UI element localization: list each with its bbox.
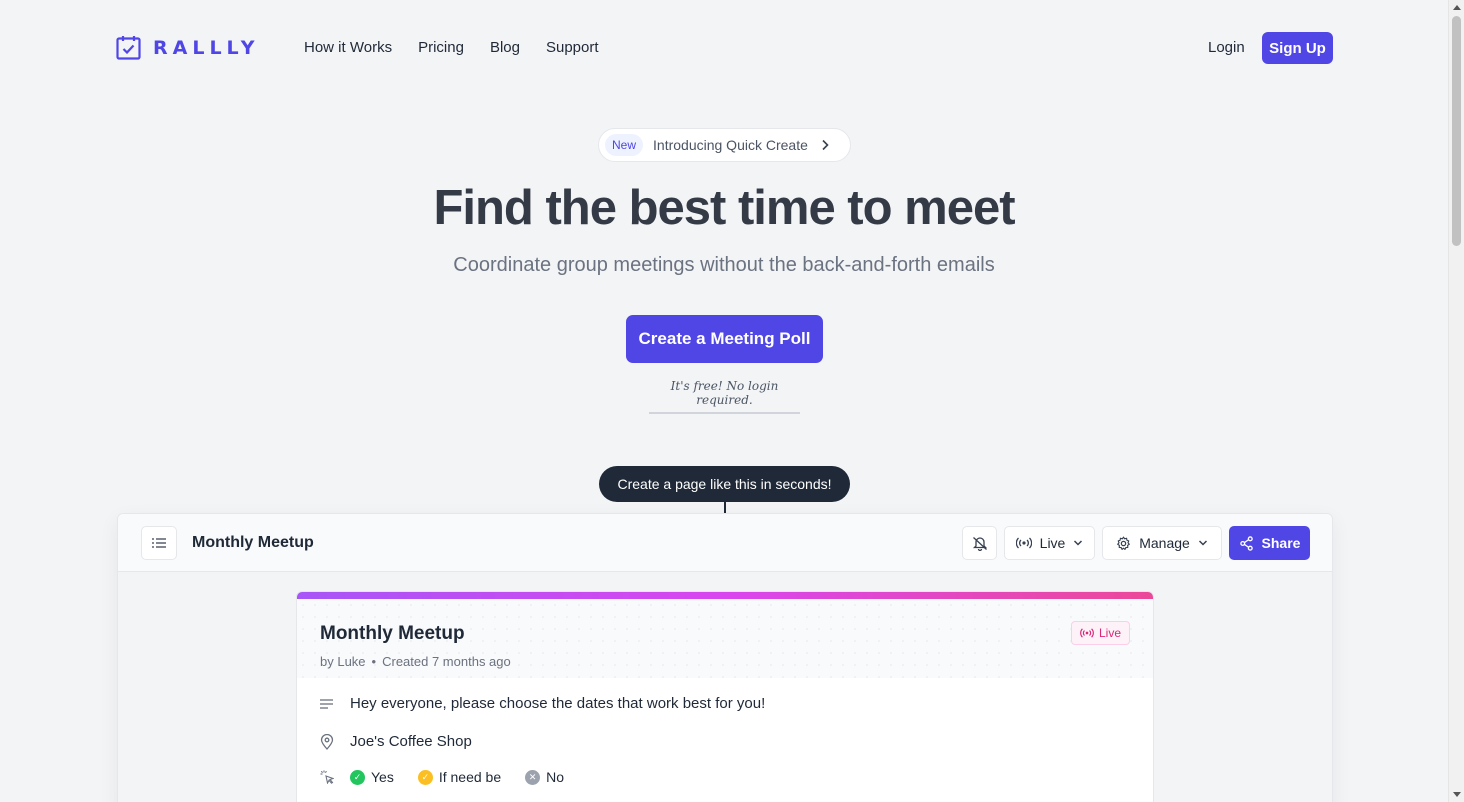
brand-name: RALLLY — [153, 36, 260, 59]
free-note: It's free! No login required. — [649, 379, 800, 414]
check-circle-icon: ✓ — [350, 769, 365, 785]
brand-logo[interactable]: RALLLY — [116, 35, 259, 60]
poll-title: Monthly Meetup — [192, 534, 314, 551]
signup-button[interactable]: Sign Up — [1262, 32, 1333, 64]
legend-no-label: No — [546, 769, 565, 785]
broadcast-icon — [1015, 537, 1032, 549]
nav-link-blog[interactable]: Blog — [490, 39, 520, 56]
scroll-thumb[interactable] — [1452, 16, 1461, 246]
card-title: Monthly Meetup — [320, 623, 465, 644]
live-badge-label: Live — [1098, 626, 1121, 640]
manage-label: Manage — [1139, 535, 1190, 551]
new-badge: New — [605, 134, 644, 156]
page-headline: Find the best time to meet — [433, 181, 1015, 235]
chevron-down-icon — [1074, 540, 1083, 546]
scroll-up-arrow[interactable] — [1453, 5, 1461, 10]
nav-link-how-it-works[interactable]: How it Works — [304, 39, 392, 56]
location-row: Joe's Coffee Shop — [320, 733, 472, 750]
poll-card: Monthly Meetup by Luke • Created 7 months … — [296, 591, 1154, 802]
nav-links: How it Works Pricing Blog Support — [304, 39, 599, 56]
legend-maybe-label: If need be — [438, 769, 502, 785]
legend-yes-label: Yes — [371, 769, 394, 785]
text-align-left-icon — [320, 698, 333, 709]
card-accent-bar — [297, 592, 1153, 599]
callout-tooltip: Create a page like this in seconds! — [599, 466, 850, 502]
live-label: Live — [1039, 535, 1066, 551]
pointer-click-icon — [320, 770, 334, 784]
card-meta: by Luke • Created 7 months ago — [320, 654, 511, 669]
card-header: Monthly Meetup by Luke • Created 7 months … — [297, 599, 1153, 678]
nav-link-support[interactable]: Support — [546, 39, 599, 56]
description-row: Hey everyone, please choose the dates th… — [320, 695, 765, 712]
legend-yes: ✓ Yes — [350, 769, 394, 785]
meta-separator: • — [371, 654, 377, 669]
poll-location: Joe's Coffee Shop — [350, 733, 472, 750]
menu-button[interactable] — [141, 526, 177, 560]
login-link[interactable]: Login — [1208, 39, 1245, 56]
share-label: Share — [1261, 535, 1301, 551]
gear-icon — [1117, 536, 1131, 550]
announcement-text: Introducing Quick Create — [653, 137, 808, 153]
calendar-check-icon — [116, 36, 141, 60]
created-label: Created 7 months ago — [382, 654, 511, 669]
list-icon — [152, 538, 166, 548]
live-status-badge: Live — [1070, 621, 1130, 645]
create-meeting-poll-button[interactable]: Create a Meeting Poll — [626, 315, 823, 363]
live-status-dropdown[interactable]: Live — [1004, 526, 1095, 560]
top-nav: RALLLY How it Works Pricing Blog Support… — [0, 0, 1448, 96]
page-scrollbar[interactable] — [1448, 0, 1464, 802]
poll-description: Hey everyone, please choose the dates th… — [350, 695, 766, 712]
map-pin-icon — [320, 733, 334, 750]
nav-link-pricing[interactable]: Pricing — [418, 39, 464, 56]
share-icon — [1239, 535, 1253, 551]
legend-row: ✓ Yes ✓ If need be ✕ No — [320, 769, 572, 785]
manage-dropdown[interactable]: Manage — [1102, 526, 1222, 560]
x-circle-icon: ✕ — [525, 769, 541, 785]
check-circle-icon: ✓ — [417, 769, 433, 785]
chevron-down-icon — [1198, 540, 1207, 546]
chevron-right-icon — [822, 139, 829, 151]
broadcast-icon — [1080, 628, 1094, 638]
bell-off-icon — [972, 537, 987, 551]
scroll-down-arrow[interactable] — [1453, 792, 1461, 797]
app-preview: Monthly Meetup Live Manage Share Monthly… — [117, 513, 1333, 802]
page-subheadline: Coordinate group meetings without the ba… — [453, 254, 995, 276]
legend-no: ✕ No — [525, 769, 564, 785]
notifications-button[interactable] — [962, 526, 997, 560]
share-button[interactable]: Share — [1229, 526, 1310, 560]
announcement-pill[interactable]: New Introducing Quick Create — [598, 128, 851, 162]
preview-toolbar: Monthly Meetup Live Manage Share — [118, 514, 1332, 572]
legend-if-need-be: ✓ If need be — [417, 769, 502, 785]
author-label: by Luke — [320, 654, 366, 669]
